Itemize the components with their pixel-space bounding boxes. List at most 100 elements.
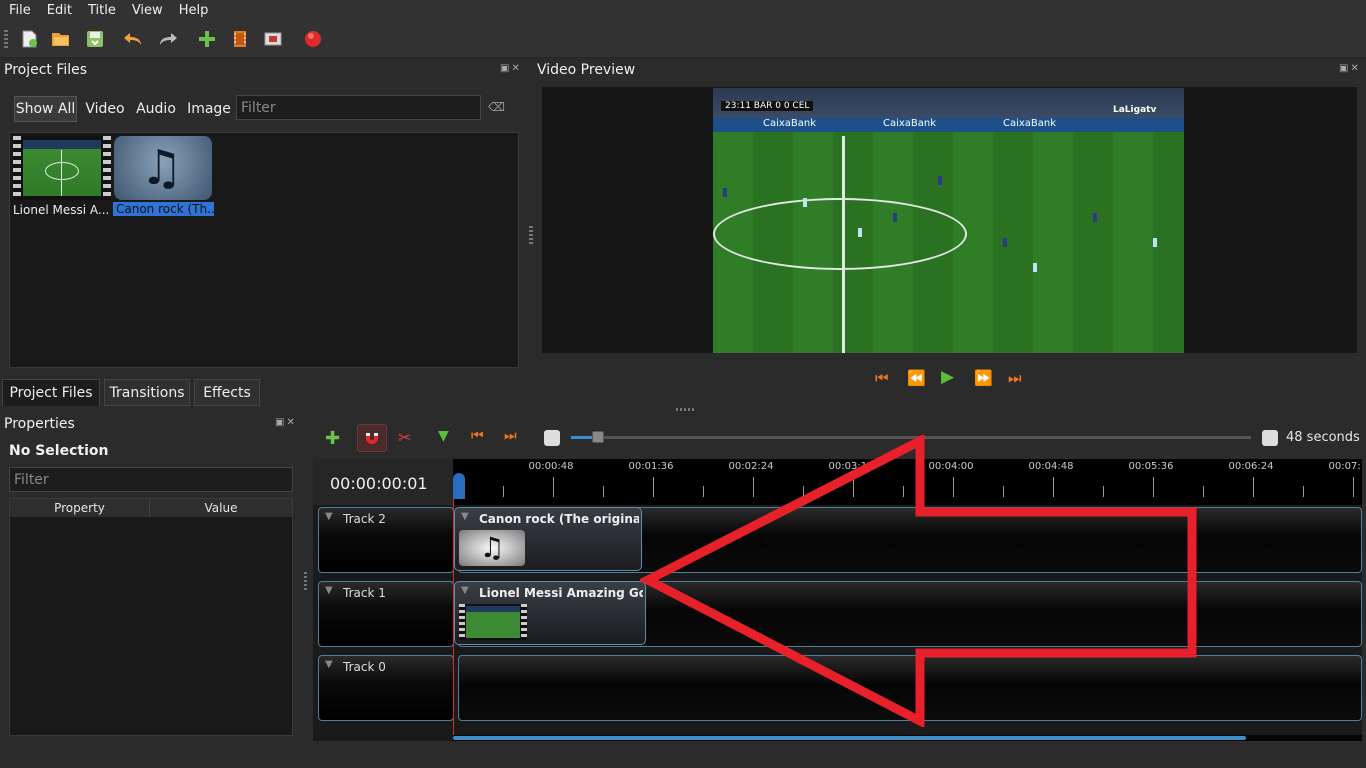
track-header-0[interactable]: ▼ Track 0 [318, 655, 454, 721]
music-note-icon: ♫ [140, 140, 184, 196]
snapping-toggle-button[interactable] [357, 424, 387, 452]
ruler-label: 00:06:24 [1228, 461, 1274, 472]
clear-filter-icon[interactable]: ⌫ [488, 100, 505, 114]
player [723, 188, 727, 197]
menu-view[interactable]: View [123, 3, 170, 18]
player [893, 213, 897, 222]
fullscreen-icon[interactable] [262, 28, 284, 50]
tab-project-files[interactable]: Project Files [2, 379, 100, 406]
column-header-value[interactable]: Value [150, 499, 292, 517]
thumbnail-center-circle [45, 162, 79, 180]
ruler-tick [503, 486, 504, 497]
music-note-icon: ♫ [459, 530, 525, 566]
player [1153, 238, 1157, 247]
video-preview-title: Video Preview [537, 62, 636, 78]
ruler-tick [553, 477, 554, 497]
ruler-label: 00:07:12 [1328, 461, 1362, 472]
video-preview-dock-buttons[interactable]: ▣✕ [1339, 63, 1361, 74]
player [1033, 263, 1037, 272]
film-strip-left [459, 604, 465, 640]
tab-effects[interactable]: Effects [194, 379, 260, 406]
jump-to-end-icon[interactable]: ⏭ [1008, 369, 1022, 387]
file-thumbnail-video[interactable] [13, 136, 111, 200]
project-files-dock-buttons[interactable]: ▣✕ [500, 63, 522, 74]
selection-label: No Selection [9, 443, 109, 459]
play-icon[interactable]: ▶ [941, 367, 954, 387]
properties-filter-input[interactable]: Filter [9, 467, 293, 492]
filter-video-tab[interactable]: Video [82, 96, 128, 122]
clip-audio[interactable]: ▼ Canon rock (The original) ... ♫ [454, 507, 642, 571]
menu-title[interactable]: Title [79, 3, 123, 18]
add-marker-icon[interactable]: ▼ [438, 428, 449, 444]
clip-thumbnail [459, 604, 527, 640]
razor-icon[interactable]: ✂ [398, 428, 411, 447]
ruler-tick [1353, 477, 1354, 497]
menu-file[interactable]: File [0, 3, 38, 18]
player [938, 176, 942, 185]
import-files-icon[interactable] [196, 28, 218, 50]
playhead-handle[interactable] [453, 473, 465, 499]
film-strip-left [13, 136, 21, 200]
clip-video[interactable]: ▼ Lionel Messi Amazing Goal... [454, 581, 646, 645]
zoom-slider-handle[interactable] [592, 431, 604, 443]
timecode-display: 00:00:00:01 [330, 474, 428, 493]
main-toolbar [0, 20, 1366, 58]
file-thumbnail-audio[interactable]: ♫ [114, 136, 212, 200]
timeline-scrollbar-thumb[interactable] [453, 736, 1246, 740]
film-strip-right [521, 604, 527, 640]
player [803, 198, 807, 207]
zoom-out-icon[interactable] [544, 430, 560, 446]
filter-audio-tab[interactable]: Audio [132, 96, 180, 122]
jump-to-start-icon[interactable]: ⏮ [875, 369, 889, 387]
file-label-audio[interactable]: Canon rock (Th... [113, 202, 214, 216]
chevron-down-icon[interactable]: ▼ [325, 659, 333, 670]
ruler-tick [603, 486, 604, 497]
timeline-scrollbar[interactable] [453, 735, 1362, 741]
chevron-down-icon[interactable]: ▼ [325, 511, 333, 522]
rewind-icon[interactable]: ⏪ [907, 369, 926, 387]
previous-marker-icon[interactable]: ⏮ [471, 428, 484, 444]
arrow-outline [640, 435, 1197, 727]
next-marker-icon[interactable]: ⏭ [504, 428, 517, 444]
toolbar-grip[interactable] [4, 30, 8, 48]
ruler-label: 00:00:48 [528, 461, 574, 472]
choose-profile-icon[interactable] [229, 28, 251, 50]
chevron-down-icon[interactable]: ▼ [325, 585, 333, 596]
export-video-icon[interactable] [302, 28, 324, 50]
track-header-2[interactable]: ▼ Track 2 [318, 507, 454, 573]
vertical-splitter-handle[interactable] [529, 226, 533, 244]
project-files-filter-input[interactable]: Filter [236, 95, 481, 120]
file-label-video[interactable]: Lionel Messi A... [13, 203, 111, 217]
undo-icon[interactable] [122, 28, 144, 50]
fast-forward-icon[interactable]: ⏩ [974, 369, 993, 387]
chevron-down-icon[interactable]: ▼ [461, 585, 469, 596]
track-header-1[interactable]: ▼ Track 1 [318, 581, 454, 647]
redo-icon[interactable] [157, 28, 179, 50]
horizontal-splitter-handle[interactable] [676, 408, 694, 411]
save-project-icon[interactable] [84, 28, 106, 50]
filter-show-all-tab[interactable]: Show All [14, 96, 77, 122]
clip-title: Canon rock (The original) ... [479, 512, 639, 526]
zoom-in-icon[interactable] [1262, 430, 1278, 446]
menu-help[interactable]: Help [170, 3, 216, 18]
clip-title: Lionel Messi Amazing Goal... [479, 586, 643, 600]
menu-edit[interactable]: Edit [38, 3, 79, 18]
magnet-icon [366, 433, 378, 444]
player [1003, 238, 1007, 247]
menu-bar: File Edit Title View Help [0, 0, 1366, 20]
properties-dock-buttons[interactable]: ▣✕ [275, 417, 297, 428]
properties-splitter-handle[interactable] [304, 572, 307, 590]
properties-table: Property Value [9, 498, 293, 736]
add-track-icon[interactable]: ✚ [325, 428, 340, 449]
track-label: Track 2 [343, 512, 386, 526]
column-header-property[interactable]: Property [10, 499, 150, 517]
properties-title: Properties [4, 416, 75, 432]
filter-image-tab[interactable]: Image [184, 96, 234, 122]
video-preview-canvas: CaixaBank CaixaBank CaixaBank 23:11 BAR … [542, 87, 1357, 353]
open-project-icon[interactable] [50, 28, 72, 50]
new-project-icon[interactable] [18, 28, 40, 50]
soccer-field-thumbnail [23, 140, 101, 196]
ruler-tick [1203, 486, 1204, 497]
chevron-down-icon[interactable]: ▼ [461, 511, 469, 522]
tab-transitions[interactable]: Transitions [104, 379, 190, 406]
